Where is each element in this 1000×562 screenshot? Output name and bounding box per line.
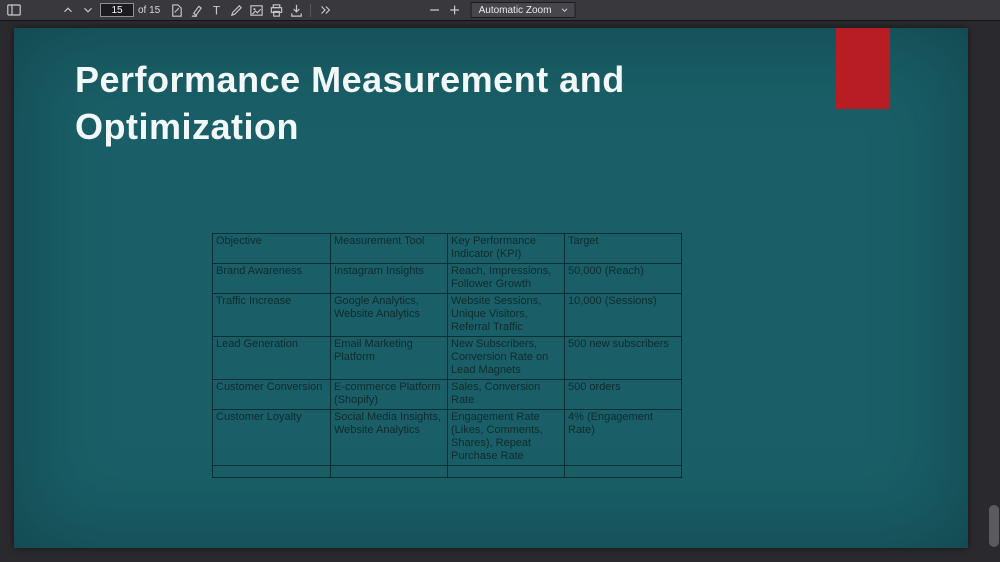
toolbar-separator (310, 3, 312, 17)
table-cell: Engagement Rate (Likes, Comments, Shares… (447, 409, 565, 466)
table-cell: 10,000 (Sessions) (564, 293, 682, 337)
table-cell: Customer Loyalty (212, 409, 331, 466)
chevron-up-icon (64, 7, 72, 13)
table-row: Lead Generation Email Marketing Platform N… (212, 336, 682, 380)
table-header-cell: Key Performance Indicator (KPI) (447, 233, 565, 264)
chevron-down-icon (561, 8, 568, 12)
chevron-down-icon (84, 7, 92, 13)
toolbar-left-group: of 15 (4, 1, 166, 19)
table-row: Customer Conversion E-commerce Platform (… (212, 379, 682, 410)
next-page-button[interactable] (78, 1, 98, 19)
table-header-cell: Measurement Tool (330, 233, 448, 264)
table-cell: Traffic Increase (212, 293, 331, 337)
zoom-select[interactable]: Automatic Zoom (470, 2, 576, 18)
edit-button[interactable] (166, 1, 186, 19)
table-cell: Instagram Insights (330, 263, 448, 294)
zoom-out-icon (430, 9, 439, 11)
page-number-input[interactable] (100, 3, 134, 17)
free-text-button[interactable]: T (206, 1, 226, 19)
table-cell: Sales, Conversion Rate (447, 379, 565, 410)
table-cell (330, 465, 448, 478)
table-cell (564, 465, 682, 478)
toolbar-right-group: T (166, 1, 335, 19)
toolbar-center-group: Automatic Zoom (425, 1, 576, 19)
slide-title: Performance Measurement and Optimization (75, 59, 625, 147)
previous-page-button[interactable] (58, 1, 78, 19)
table-cell: New Subscribers, Conversion Rate on Lead… (447, 336, 565, 380)
table-cell (212, 465, 331, 478)
more-tools-button[interactable] (315, 1, 335, 19)
print-icon (270, 3, 282, 17)
table-cell: 500 new subscribers (564, 336, 682, 380)
image-button[interactable] (246, 1, 266, 19)
table-cell: Email Marketing Platform (330, 336, 448, 380)
pdf-page-slide: Performance Measurement and Optimization… (14, 28, 968, 548)
table-cell: 500 orders (564, 379, 682, 410)
sidebar-toggle-button[interactable] (4, 1, 24, 19)
highlight-icon (191, 4, 202, 17)
draw-button[interactable] (226, 1, 246, 19)
table-cell: Reach, Impressions, Follower Growth (447, 263, 565, 294)
table-cell: 4% (Engagement Rate) (564, 409, 682, 466)
table-header-row: Objective Measurement Tool Key Performance… (212, 233, 682, 264)
table-cell: Brand Awareness (212, 263, 331, 294)
table-header-cell: Objective (212, 233, 331, 264)
scrollbar-thumb[interactable] (989, 505, 999, 547)
save-icon (290, 4, 302, 17)
zoom-in-button[interactable] (445, 1, 465, 19)
table-cell: Social Media Insights, Website Analytics (330, 409, 448, 466)
sidebar-toggle-icon (7, 4, 21, 16)
double-chevron-right-icon (321, 6, 331, 14)
zoom-out-button[interactable] (425, 1, 445, 19)
table-cell: 50,000 (Reach) (564, 263, 682, 294)
save-button[interactable] (286, 1, 306, 19)
table-cell (447, 465, 565, 478)
table-cell: Google Analytics, Website Analytics (330, 293, 448, 337)
highlight-button[interactable] (186, 1, 206, 19)
table-cell: Lead Generation (212, 336, 331, 380)
zoom-select-label: Automatic Zoom (478, 4, 552, 16)
print-button[interactable] (266, 1, 286, 19)
accent-rect (836, 28, 890, 109)
vertical-scrollbar[interactable] (988, 21, 1000, 561)
kpi-table: Objective Measurement Tool Key Performance… (212, 233, 682, 478)
page-count-label: of 15 (138, 4, 161, 16)
table-row (212, 465, 682, 478)
zoom-in-icon (450, 5, 459, 15)
table-row: Traffic Increase Google Analytics, Websit… (212, 293, 682, 337)
table-header-cell: Target (564, 233, 682, 264)
pdf-toolbar: of 15 Automatic Zoom (0, 0, 1000, 21)
pdf-viewer-app: of 15 Automatic Zoom (0, 0, 1000, 562)
table-row: Customer Loyalty Social Media Insights, W… (212, 409, 682, 466)
pdf-viewer-canvas-area: Performance Measurement and Optimization… (0, 21, 1000, 561)
edit-icon (171, 3, 182, 17)
table-cell: Customer Conversion (212, 379, 331, 410)
table-cell: Website Sessions, Unique Visitors, Refer… (447, 293, 565, 337)
draw-icon (230, 4, 242, 16)
free-text-icon: T (213, 3, 221, 17)
image-icon (250, 4, 263, 16)
table-row: Brand Awareness Instagram Insights Reach, … (212, 263, 682, 294)
svg-text:T: T (213, 3, 221, 17)
table-cell: E-commerce Platform (Shopify) (330, 379, 448, 410)
